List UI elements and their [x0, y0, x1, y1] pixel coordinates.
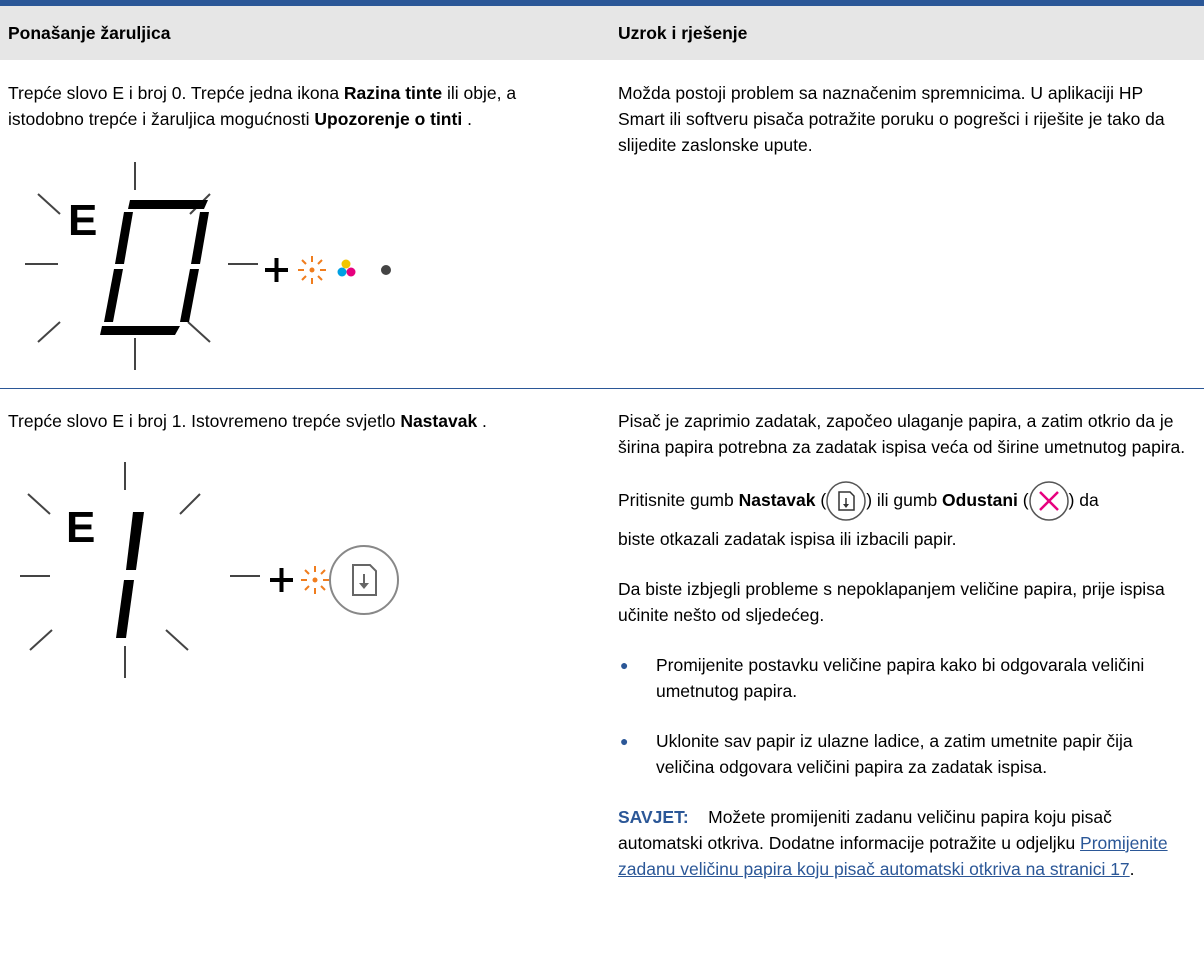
- black-ink-level-icon: [381, 265, 391, 275]
- bullet-icon: ●: [620, 657, 629, 673]
- solution-bullet-list: ● Promijenite postavku veličine papira ka…: [618, 652, 1193, 780]
- tip-paragraph: SAVJET: Možete promijeniti zadanu veliči…: [618, 807, 1168, 879]
- blink-rays: [20, 462, 260, 678]
- plus-sign: [270, 568, 293, 592]
- display-digit-0: [100, 200, 209, 335]
- row2-solution-paragraph-2-continued: biste otkazali zadatak ispisa ili izbaci…: [618, 529, 957, 549]
- ink-alert-blink-icon: [301, 566, 329, 594]
- list-item: ● Uklonite sav papir iz ulazne ladice, a …: [618, 728, 1193, 780]
- row-separator: [0, 388, 1204, 389]
- row2-solution-paragraph-2: Pritisnite gumb Nastavak ( ) ili gumb Od…: [618, 472, 1193, 526]
- row1-solution-text: Možda postoji problem sa naznačenim spre…: [618, 83, 1165, 155]
- table-header-row: Ponašanje žaruljica Uzrok i rješenje: [0, 6, 1204, 60]
- bullet-icon: ●: [620, 733, 629, 749]
- plus-sign: [265, 258, 288, 282]
- resume-button-icon: [329, 545, 399, 615]
- row1-behavior-text: Trepće slovo E i broj 0. Trepće jedna ik…: [8, 83, 517, 129]
- blink-rays: [25, 162, 258, 370]
- row1-error-display-illustration: E: [25, 162, 391, 370]
- ink-alert-blink-icon: [298, 256, 326, 284]
- cancel-button-icon: [1028, 481, 1069, 522]
- row2-behavior-text: Trepće slovo E i broj 1. Istovremeno tre…: [8, 411, 487, 431]
- display-digit-1: [116, 512, 144, 638]
- row2-solution-paragraph-1: Pisač je zaprimio zadatak, započeo ulaga…: [618, 411, 1186, 457]
- list-item: ● Promijenite postavku veličine papira ka…: [618, 652, 1193, 704]
- resume-button-icon: [826, 481, 866, 522]
- row2-error-display-illustration: E: [20, 462, 399, 678]
- row2-solution-paragraph-3: Da biste izbjegli probleme s nepoklapanj…: [618, 579, 1165, 625]
- header-cause-solution: Uzrok i rješenje: [618, 23, 748, 43]
- display-letter-e: E: [66, 503, 95, 552]
- tip-label: SAVJET:: [618, 807, 689, 827]
- display-letter-e: E: [68, 196, 97, 245]
- color-ink-level-icon: [337, 259, 356, 277]
- row2-solution: Pisač je zaprimio zadatak, započeo ulaga…: [618, 408, 1193, 882]
- row1-solution: Možda postoji problem sa naznačenim spre…: [618, 80, 1188, 158]
- header-light-behavior: Ponašanje žaruljica: [8, 23, 171, 43]
